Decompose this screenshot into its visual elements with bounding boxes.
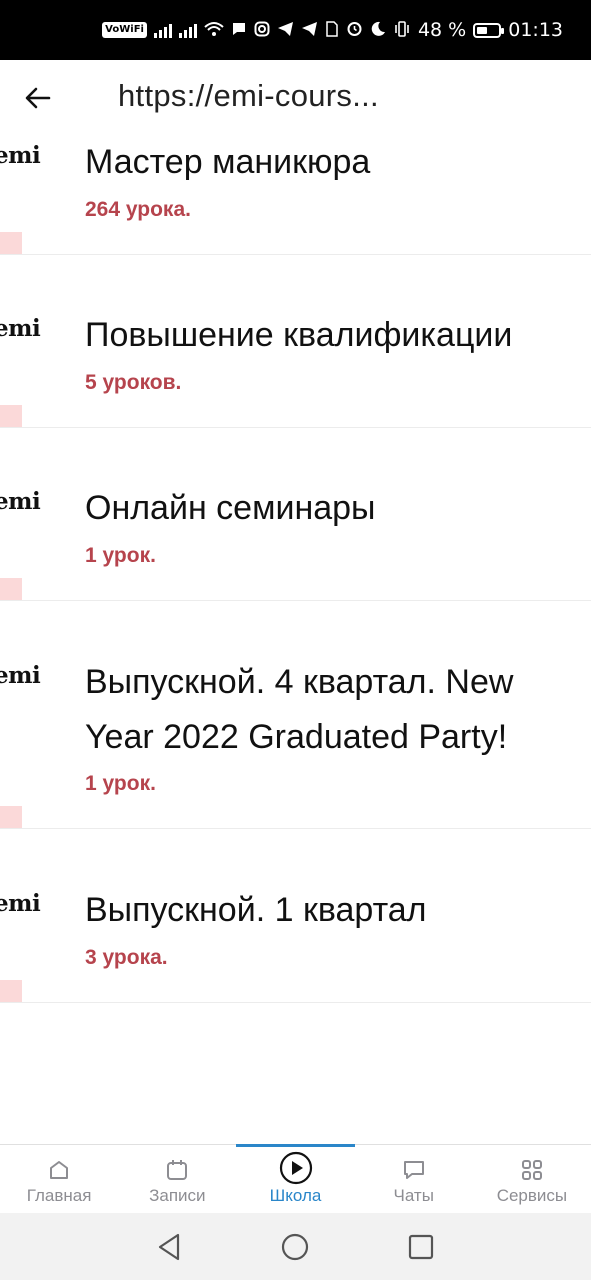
course-logo: emi [0, 142, 41, 169]
nav-home-button[interactable] [280, 1232, 310, 1262]
nav-recents-button[interactable] [406, 1232, 436, 1262]
signal-icon-2 [178, 22, 197, 38]
circle-home-icon [281, 1233, 309, 1261]
system-nav-bar [0, 1213, 591, 1280]
course-lesson-count: 1 урок. [85, 544, 156, 567]
tab-label: Школа [269, 1186, 322, 1205]
course-title: Онлайн семинары [85, 489, 376, 527]
page-url: https://emi-cours... [118, 78, 379, 113]
battery-percent: 48 % [417, 19, 467, 41]
course-lesson-count: 264 урока. [85, 198, 191, 221]
course-logo: emi [0, 662, 41, 689]
message-icon [231, 21, 247, 40]
signal-icon [153, 22, 172, 38]
course-logo: emi [0, 315, 41, 342]
tab-label: Сервисы [496, 1186, 568, 1205]
tab-services[interactable]: Сервисы [473, 1145, 591, 1214]
wifi-icon [204, 21, 224, 40]
course-lesson-count: 3 урока. [85, 946, 168, 969]
triangle-back-icon [158, 1233, 180, 1261]
course-item[interactable]: emi Повышение квалификации 5 уроков. [0, 255, 591, 428]
tab-records[interactable]: Записи [118, 1145, 236, 1214]
tab-label: Чаты [393, 1186, 434, 1205]
course-item[interactable]: emi Выпускной. 1 квартал 3 урока. [0, 829, 591, 1003]
telegram-icon [277, 21, 294, 40]
back-button[interactable] [20, 80, 56, 116]
logo-tile [0, 578, 22, 600]
course-title: Выпускной. 1 квартал [85, 891, 427, 929]
battery-icon [473, 22, 505, 38]
tab-home[interactable]: Главная [0, 1145, 118, 1214]
course-title: Выпускной. 4 квартал. New Year 2022 Grad… [85, 663, 514, 756]
course-lesson-count: 5 уроков. [85, 371, 182, 394]
square-recents-icon [408, 1234, 434, 1260]
tab-school[interactable]: Школа [236, 1144, 355, 1214]
instagram-icon [254, 21, 270, 40]
status-bar: VoWiFi 48 % 01:13 [0, 0, 591, 60]
logo-tile [0, 980, 22, 1002]
nav-back-button[interactable] [155, 1232, 185, 1262]
calendar-icon [165, 1157, 189, 1183]
alarm-icon [346, 20, 363, 40]
logo-tile [0, 232, 22, 254]
moon-icon [370, 21, 386, 40]
sim-icon [325, 20, 339, 40]
arrow-left-icon [25, 87, 51, 109]
tab-label: Записи [149, 1186, 206, 1205]
home-icon [48, 1157, 70, 1183]
play-circle-icon [279, 1151, 313, 1184]
grid-icon [521, 1157, 543, 1183]
tab-label: Главная [26, 1186, 92, 1205]
course-item[interactable]: emi Онлайн семинары 1 урок. [0, 428, 591, 601]
course-logo: emi [0, 488, 41, 515]
course-item[interactable]: emi Мастер маникюра 264 урока. [0, 118, 591, 255]
tab-chats[interactable]: Чаты [355, 1145, 473, 1214]
vowifi-icon: VoWiFi [102, 22, 147, 38]
course-list: emi Мастер маникюра 264 урока. emi Повыш… [0, 118, 591, 1003]
course-item[interactable]: emi Выпускной. 4 квартал. New Year 2022 … [0, 601, 591, 829]
vibrate-icon [393, 20, 411, 40]
logo-tile [0, 806, 22, 828]
course-lesson-count: 1 урок. [85, 772, 156, 795]
bottom-tab-bar: Главная Записи Школа Чаты Сервисы [0, 1144, 591, 1214]
course-title: Мастер маникюра [85, 143, 371, 181]
clock: 01:13 [508, 19, 563, 41]
logo-tile [0, 405, 22, 427]
chat-bubble-icon [402, 1157, 426, 1183]
telegram-icon-2 [301, 21, 318, 40]
course-title: Повышение квалификации [85, 316, 513, 354]
course-logo: emi [0, 890, 41, 917]
